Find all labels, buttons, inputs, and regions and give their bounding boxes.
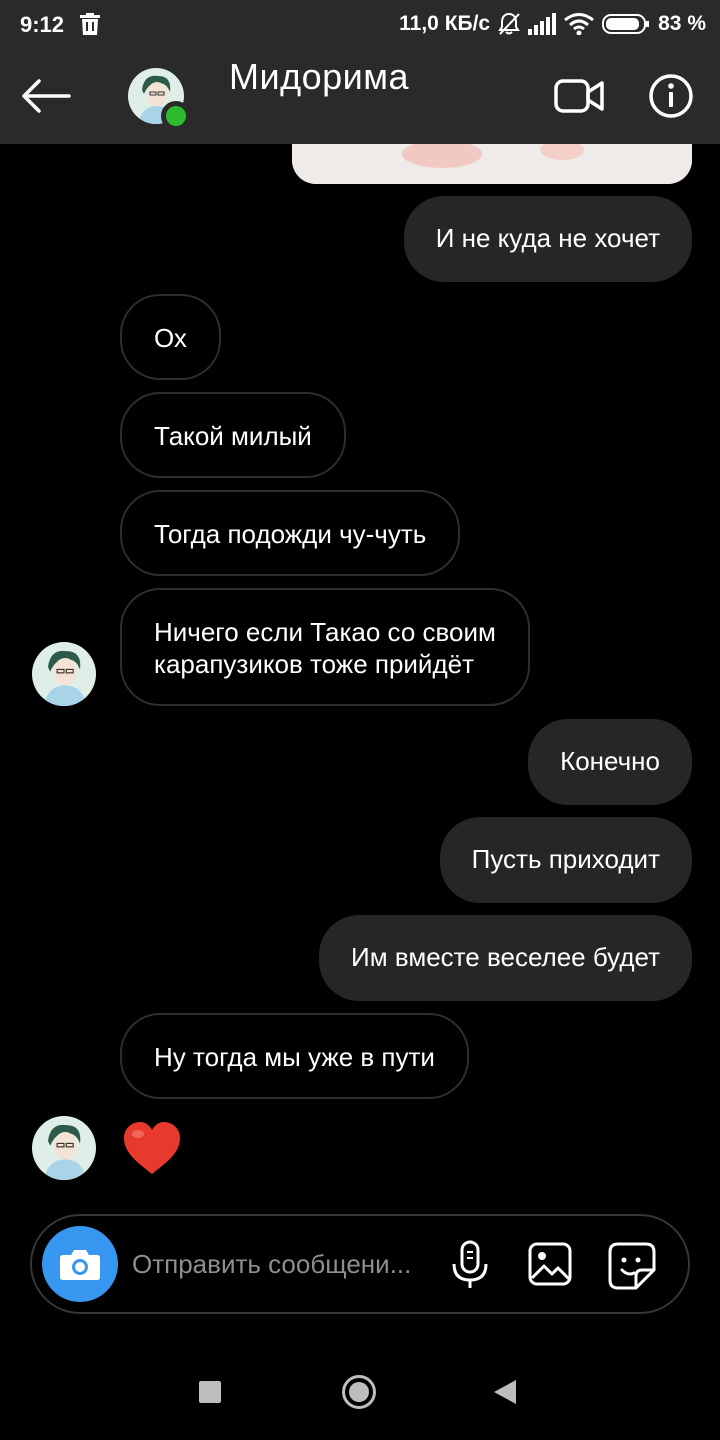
message-text: Такой милый: [154, 421, 312, 451]
home-button[interactable]: [342, 1375, 376, 1409]
message-bubble-incoming[interactable]: Ну тогда мы уже в пути: [120, 1013, 469, 1099]
message-bubble-outgoing[interactable]: И не куда не хочет: [403, 196, 692, 282]
wifi-icon: [564, 13, 595, 35]
recent-apps-button[interactable]: [199, 1381, 221, 1403]
sender-avatar[interactable]: [32, 642, 96, 706]
message-bubble-outgoing[interactable]: Им вместе веселее будет: [319, 915, 692, 1001]
back-arrow-icon: [22, 79, 71, 113]
gallery-icon[interactable]: [528, 1242, 572, 1286]
message-bubble-outgoing[interactable]: Пусть приходит: [439, 817, 692, 903]
network-speed: 11,0 КБ/с: [399, 12, 491, 35]
message-bubble-incoming[interactable]: Тогда подожди чу-чуть: [120, 490, 461, 576]
video-call-icon[interactable]: [553, 76, 605, 116]
sender-avatar[interactable]: [32, 1116, 96, 1180]
message-bubble-incoming[interactable]: Ох: [120, 294, 221, 380]
status-time: 9:12: [20, 12, 65, 37]
battery-icon: [602, 14, 650, 34]
camera-icon: [60, 1250, 100, 1280]
microphone-icon[interactable]: [450, 1240, 490, 1290]
signal-icon: [528, 13, 557, 35]
online-status-dot: [161, 101, 191, 131]
message-input[interactable]: [132, 1240, 432, 1288]
status-bar: 9:12 11,0 КБ/с 83 %: [0, 0, 720, 48]
message-bubble-outgoing[interactable]: Конечно: [528, 719, 692, 805]
message-text: Конечно: [560, 746, 660, 776]
contact-name[interactable]: Мидорима: [229, 56, 409, 98]
message-list[interactable]: И не куда не хочет Ох Такой милый Тогда …: [0, 144, 720, 1204]
message-text: Ну тогда мы уже в пути: [154, 1042, 435, 1072]
bell-muted-icon: [498, 12, 520, 35]
message-text: Им вместе веселее будет: [351, 942, 660, 972]
heart-icon[interactable]: [122, 1120, 182, 1176]
shared-photo[interactable]: [292, 144, 692, 184]
chat-header: Мидорима: [0, 48, 720, 144]
message-bubble-incoming[interactable]: Ничего если Такао со своим карапузиков т…: [120, 588, 530, 706]
status-indicators: 11,0 КБ/с 83 %: [399, 12, 706, 36]
message-text-line: Ничего если Такао со своим: [154, 617, 496, 647]
system-back-button[interactable]: [494, 1380, 516, 1404]
photo-image: [292, 144, 692, 184]
battery-percent: 83 %: [658, 12, 706, 35]
message-text-line: карапузиков тоже прийдёт: [154, 649, 474, 679]
message-composer: [30, 1214, 690, 1314]
message-text: Ох: [154, 323, 187, 353]
message-text: И не куда не хочет: [435, 223, 660, 253]
sticker-icon[interactable]: [608, 1242, 656, 1290]
trash-icon: [80, 13, 100, 35]
message-bubble-incoming[interactable]: Такой милый: [120, 392, 346, 478]
back-button[interactable]: [18, 70, 74, 122]
avatar-image: [32, 1116, 96, 1180]
camera-button[interactable]: [42, 1226, 118, 1302]
info-icon[interactable]: [648, 73, 694, 119]
message-text: Пусть приходит: [471, 844, 660, 874]
system-navigation-bar: [0, 1340, 720, 1440]
avatar-image: [32, 642, 96, 706]
message-text: Тогда подожди чу-чуть: [154, 519, 427, 549]
